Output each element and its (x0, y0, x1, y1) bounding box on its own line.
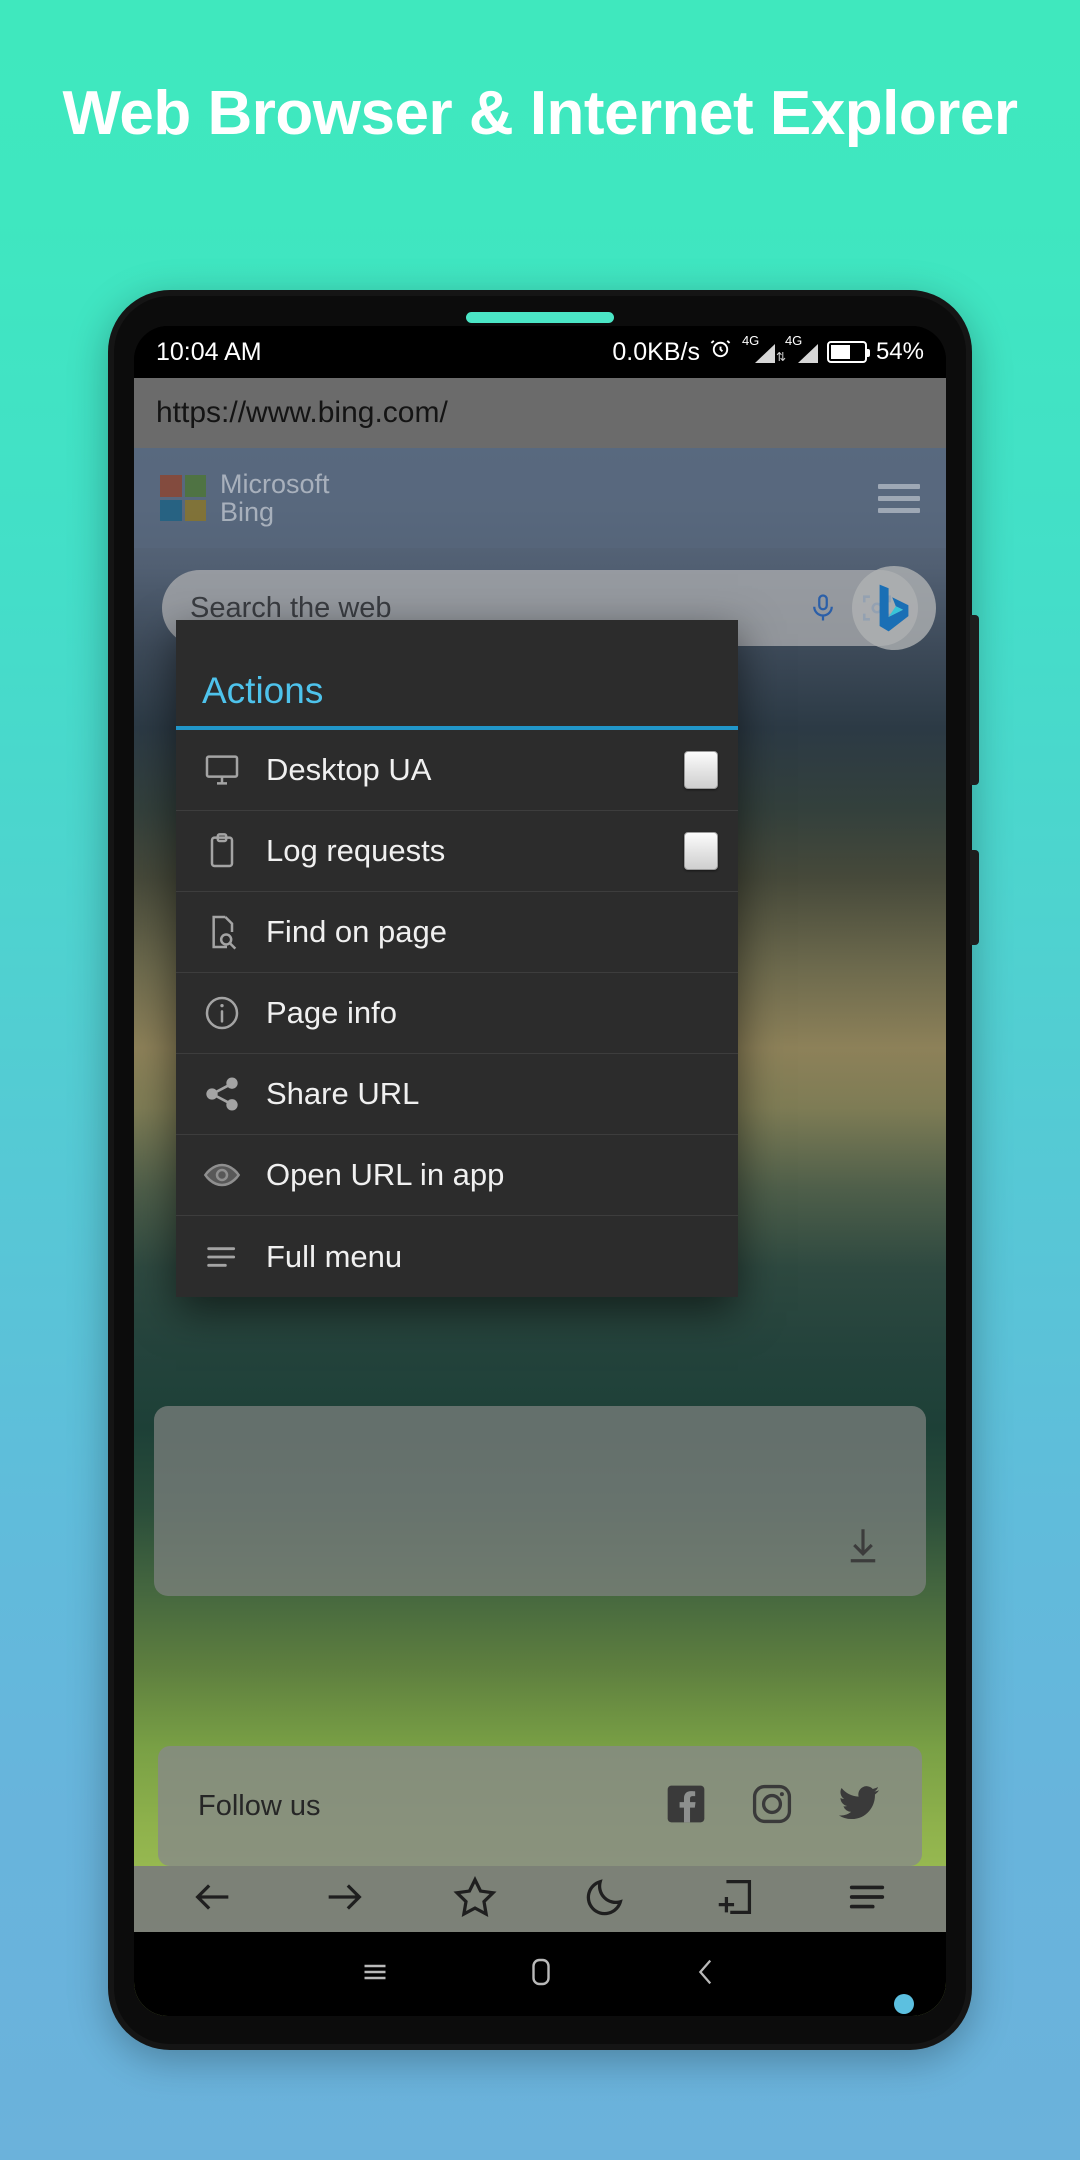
brand-text: Microsoft Bing (220, 468, 330, 527)
monitor-icon (202, 750, 256, 790)
phone-mockup: 10:04 AM 0.0KB/s 4G ⇅ 4G 54% https://www… (108, 290, 979, 2050)
instagram-icon[interactable] (750, 1782, 794, 1831)
menu-item-find-on-page[interactable]: Find on page (176, 892, 738, 973)
menu-item-label: Share URL (266, 1076, 420, 1111)
info-circle-icon (202, 993, 256, 1033)
microsoft-logo-icon (160, 475, 206, 521)
menu-item-label: Page info (266, 995, 397, 1030)
desktop-ua-checkbox[interactable] (684, 751, 718, 789)
microsoft-bing-logo[interactable]: Microsoft Bing (160, 468, 330, 527)
battery-icon (826, 341, 870, 363)
bing-logo-icon[interactable] (852, 566, 936, 650)
download-icon[interactable] (842, 1523, 884, 1572)
menu-item-full-menu[interactable]: Full menu (176, 1216, 738, 1297)
recents-button[interactable] (357, 1954, 393, 1995)
status-icons: 0.0KB/s 4G ⇅ 4G 54% (612, 333, 924, 367)
alarm-clock-icon (709, 337, 732, 367)
status-bar: 10:04 AM 0.0KB/s 4G ⇅ 4G 54% (134, 326, 946, 378)
twitter-icon[interactable] (836, 1782, 882, 1831)
downloads-card (154, 1406, 926, 1596)
home-button[interactable] (523, 1952, 559, 1997)
bookmarks-button[interactable] (452, 1874, 498, 1925)
microphone-icon[interactable] (808, 589, 838, 627)
volume-button[interactable] (970, 615, 979, 785)
front-camera-dot (894, 1994, 914, 2014)
back-button[interactable] (190, 1874, 236, 1925)
sim1-signal-icon: 4G (741, 333, 775, 365)
power-button[interactable] (970, 850, 979, 945)
follow-us-label: Follow us (198, 1789, 321, 1822)
earpiece-speaker (466, 312, 614, 323)
night-mode-button[interactable] (582, 1874, 628, 1925)
network-speed: 0.0KB/s (612, 337, 700, 366)
menu-item-share-url[interactable]: Share URL (176, 1054, 738, 1135)
menu-item-page-info[interactable]: Page info (176, 973, 738, 1054)
menu-button[interactable] (844, 1874, 890, 1925)
sim2-signal-icon: ⇅ 4G (776, 333, 818, 365)
brand-line-1: Microsoft (220, 468, 330, 499)
android-nav-bar (134, 1932, 946, 2016)
new-tab-button[interactable] (713, 1874, 759, 1925)
status-time: 10:04 AM (156, 337, 262, 366)
url-text: https://www.bing.com/ (156, 396, 448, 429)
clipboard-icon (202, 831, 256, 871)
menu-item-desktop-ua[interactable]: Desktop UA (176, 730, 738, 811)
battery-percent: 54% (875, 338, 924, 365)
share-icon (202, 1074, 256, 1114)
eye-icon (202, 1155, 256, 1195)
actions-dialog-title: Actions (202, 670, 324, 711)
bing-site-header: Microsoft Bing (134, 448, 946, 548)
brand-line-2: Bing (220, 497, 275, 527)
forward-button[interactable] (321, 1874, 367, 1925)
address-bar[interactable]: https://www.bing.com/ (134, 378, 946, 448)
phone-screen: 10:04 AM 0.0KB/s 4G ⇅ 4G 54% https://www… (134, 326, 946, 2016)
menu-item-log-requests[interactable]: Log requests (176, 811, 738, 892)
hamburger-menu-icon[interactable] (878, 483, 920, 513)
menu-item-label: Desktop UA (266, 752, 432, 787)
list-menu-icon (202, 1237, 256, 1277)
browser-toolbar (134, 1866, 946, 1932)
facebook-icon[interactable] (664, 1782, 708, 1831)
menu-item-open-url-in-app[interactable]: Open URL in app (176, 1135, 738, 1216)
follow-us-card: Follow us (158, 1746, 922, 1866)
back-button[interactable] (689, 1952, 723, 1997)
find-in-page-icon (202, 912, 256, 952)
menu-item-label: Find on page (266, 914, 447, 949)
page-title: Web Browser & Internet Explorer (62, 79, 1018, 148)
menu-item-label: Log requests (266, 833, 446, 868)
menu-item-label: Open URL in app (266, 1157, 505, 1192)
actions-dialog-header: Actions (176, 620, 738, 730)
log-requests-checkbox[interactable] (684, 832, 718, 870)
actions-dialog: Actions Desktop UA Log requests Find on … (176, 620, 738, 1297)
menu-item-label: Full menu (266, 1238, 403, 1274)
